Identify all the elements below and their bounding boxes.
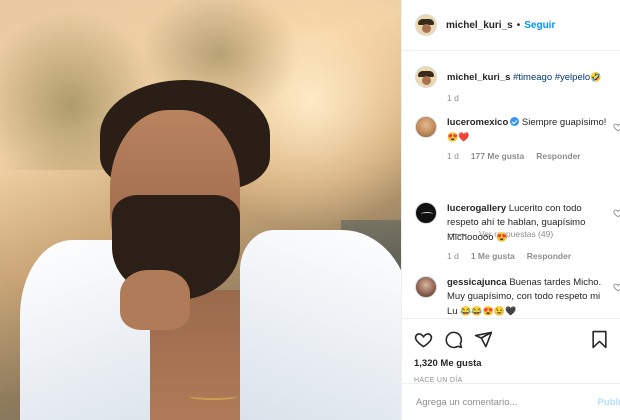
- comment-item: lucerogallery Lucerito con todo respeto …: [415, 202, 620, 261]
- like-comment-icon[interactable]: [613, 282, 620, 292]
- post-photo[interactable]: [0, 0, 401, 420]
- post-sidebar: michel_kuri_s • Seguir michel_kuri_s #ti…: [401, 0, 620, 420]
- hand: [120, 270, 190, 330]
- share-icon[interactable]: [474, 330, 493, 349]
- comment-time[interactable]: 1 d: [447, 151, 459, 161]
- post-header: michel_kuri_s • Seguir: [402, 0, 620, 51]
- comment-username[interactable]: gessicajunca: [447, 277, 507, 288]
- comment-username[interactable]: lucerogallery: [447, 203, 506, 214]
- post-actions: 1,320 Me gusta Hace un día: [402, 318, 620, 384]
- comment-item: luceromexico Siempre guapísimo! 😍❤️ 1 d …: [415, 116, 620, 161]
- add-comment-bar: Publicar: [402, 383, 620, 420]
- comment-item: gessicajunca Buenas tardes Micho. Muy gu…: [415, 276, 620, 318]
- comment-emoji: 😍: [496, 232, 508, 242]
- caption-hashtags[interactable]: #timeago #yelpelo: [513, 72, 590, 83]
- avatar[interactable]: [415, 14, 437, 36]
- author-username[interactable]: michel_kuri_s: [446, 20, 513, 31]
- verified-badge-icon: [510, 117, 520, 126]
- comment-emoji: 😂😂😍😉🖤: [460, 306, 517, 316]
- comment-emoji: 😍❤️: [447, 132, 470, 142]
- comment-text: Siempre guapísimo!: [521, 117, 607, 128]
- necklace: [188, 392, 238, 400]
- avatar[interactable]: [415, 202, 437, 224]
- avatar[interactable]: [415, 276, 437, 298]
- towel: [240, 230, 401, 420]
- caption-username[interactable]: michel_kuri_s: [447, 72, 510, 83]
- comment-likes[interactable]: 177 Me gusta: [471, 151, 524, 161]
- reply-button[interactable]: Responder: [536, 151, 580, 161]
- like-comment-icon[interactable]: [613, 122, 620, 132]
- avatar[interactable]: [415, 116, 437, 138]
- caption-time[interactable]: 1 d: [447, 93, 459, 103]
- like-comment-icon[interactable]: [613, 208, 620, 218]
- bookmark-icon[interactable]: [590, 330, 609, 349]
- comments-list: michel_kuri_s #timeago #yelpelo🤣 1 d luc…: [402, 52, 620, 318]
- comment-input[interactable]: [416, 396, 566, 408]
- likes-count[interactable]: 1,320 Me gusta: [414, 358, 609, 369]
- caption-emoji: 🤣: [590, 72, 602, 82]
- comment-icon[interactable]: [444, 330, 463, 349]
- reply-button[interactable]: Responder: [527, 251, 571, 261]
- follow-button[interactable]: Seguir: [524, 20, 555, 31]
- separator-dot: •: [516, 19, 521, 31]
- avatar[interactable]: [415, 66, 437, 88]
- comment-time[interactable]: 1 d: [447, 251, 459, 261]
- caption: michel_kuri_s #timeago #yelpelo🤣 1 d: [415, 66, 615, 103]
- publish-button[interactable]: Publicar: [598, 397, 620, 408]
- comment-likes[interactable]: 1 Me gusta: [471, 251, 515, 261]
- comment-username[interactable]: luceromexico: [447, 117, 508, 128]
- heart-icon[interactable]: [414, 330, 433, 349]
